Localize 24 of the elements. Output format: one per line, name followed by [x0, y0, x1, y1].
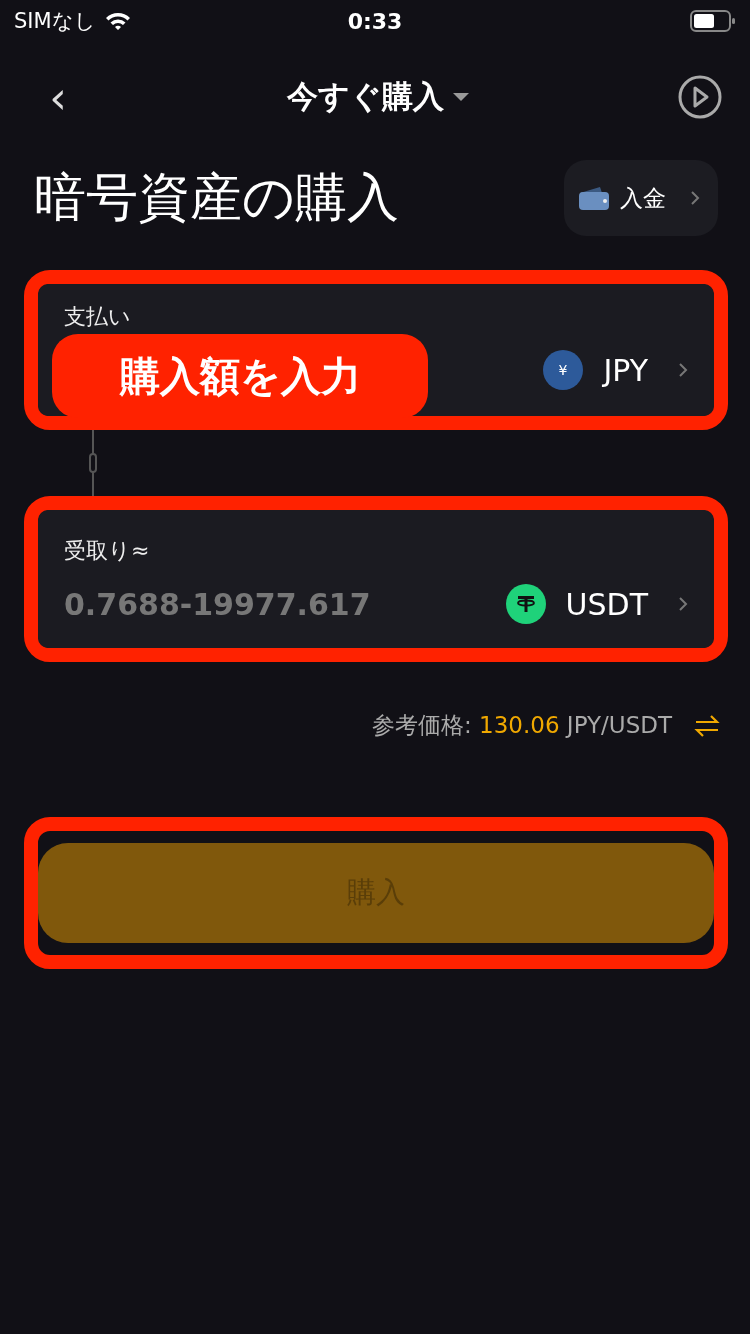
chevron-right-icon	[678, 362, 688, 378]
annotation-callout: 購入額を入力	[52, 334, 428, 418]
chevron-right-icon	[678, 596, 688, 612]
page-title: 暗号資産の購入	[34, 166, 399, 229]
mode-dropdown[interactable]: 今すぐ購入	[286, 76, 470, 118]
caret-icon	[451, 92, 470, 102]
play-icon[interactable]	[678, 75, 722, 119]
carrier-label: SIMなし	[14, 8, 96, 35]
swap-icon[interactable]	[694, 713, 720, 738]
pay-label: 支払い	[64, 303, 132, 331]
battery-icon	[690, 10, 736, 32]
yen-coin-icon: ¥	[543, 350, 584, 390]
reference-price: 参考価格: 130.06 JPY/USDT	[372, 711, 672, 740]
deposit-button[interactable]: 入金	[564, 160, 718, 236]
wallet-icon	[578, 185, 610, 211]
receive-label: 受取り≈	[64, 537, 151, 565]
tether-coin-icon	[505, 584, 546, 624]
currency-selector[interactable]: ¥ JPY	[543, 350, 688, 390]
clock-time: 0:33	[347, 8, 403, 34]
amount-field[interactable]: 0.7688-19977.617	[64, 586, 444, 622]
back-button[interactable]: ‹	[38, 71, 78, 123]
chevron-right-icon	[690, 190, 700, 206]
link-connector-icon	[88, 430, 98, 496]
currency-selector[interactable]: USDT	[505, 584, 688, 624]
